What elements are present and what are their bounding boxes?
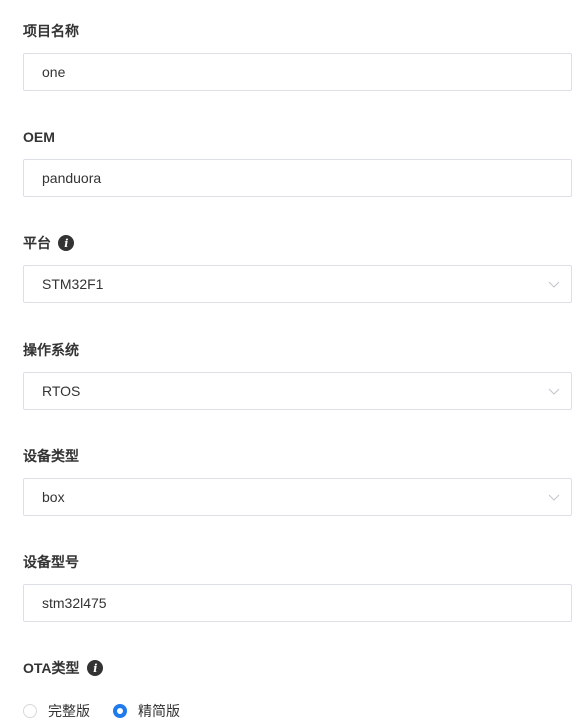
info-icon[interactable]: i [58,235,74,251]
ota-option-lite[interactable]: 精简版 [113,701,180,721]
device-type-value: box [42,489,65,505]
os-label: 操作系统 [23,341,79,359]
chevron-down-icon [548,388,560,395]
ota-type-radio-group: 完整版 精简版 [23,701,180,721]
radio-unchecked-icon[interactable] [23,704,37,718]
oem-input[interactable]: panduora [23,159,572,197]
project-name-label-text: 项目名称 [23,23,79,39]
oem-label: OEM [23,128,55,146]
svg-text:i: i [64,237,68,250]
oem-label-text: OEM [23,129,55,145]
info-icon[interactable]: i [86,660,103,676]
project-name-value: one [42,64,66,80]
os-label-text: 操作系统 [23,342,79,358]
platform-select[interactable]: STM32F1 [23,265,572,303]
ota-type-label: OTA类型 i [23,659,103,677]
ota-option-full[interactable]: 完整版 [23,701,90,721]
project-name-label: 项目名称 [23,22,79,40]
svg-text:i: i [93,662,97,675]
os-value: RTOS [42,383,81,399]
ota-option-full-label: 完整版 [48,703,90,719]
device-model-label-text: 设备型号 [23,554,79,570]
device-type-label-text: 设备类型 [23,448,79,464]
device-type-select[interactable]: box [23,478,572,516]
chevron-down-icon [548,281,560,288]
platform-value: STM32F1 [42,276,104,292]
os-select[interactable]: RTOS [23,372,572,410]
device-model-label: 设备型号 [23,553,79,571]
device-model-input[interactable]: stm32l475 [23,584,572,622]
chevron-down-icon [548,494,560,501]
radio-checked-icon[interactable] [113,704,127,718]
project-name-input[interactable]: one [23,53,572,91]
platform-label: 平台 i [23,234,74,252]
ota-type-label-text: OTA类型 [23,660,80,676]
platform-label-text: 平台 [23,235,51,251]
oem-value: panduora [42,170,102,186]
ota-option-lite-label: 精简版 [138,703,180,719]
device-model-value: stm32l475 [42,595,107,611]
device-type-label: 设备类型 [23,447,79,465]
